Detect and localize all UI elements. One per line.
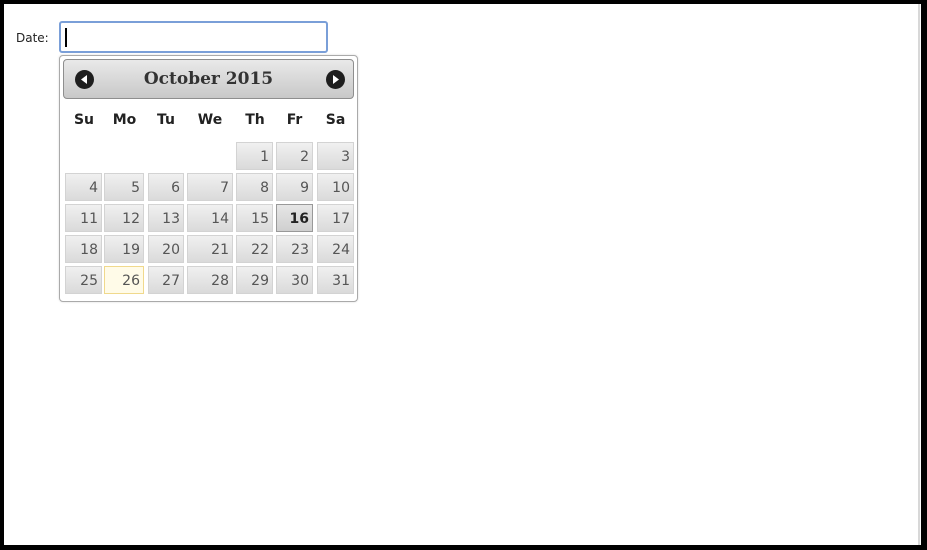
day-3[interactable]: 3: [317, 142, 354, 170]
day-20[interactable]: 20: [148, 235, 184, 263]
day-30[interactable]: 30: [276, 266, 313, 294]
day-18[interactable]: 18: [65, 235, 102, 263]
day-28[interactable]: 28: [187, 266, 233, 294]
day-17[interactable]: 17: [317, 204, 354, 232]
day-10[interactable]: 10: [317, 173, 354, 201]
day-23[interactable]: 23: [276, 235, 313, 263]
window-edge: [918, 4, 920, 545]
day-2[interactable]: 2: [276, 142, 313, 170]
day-15[interactable]: 15: [236, 204, 273, 232]
weekday-we: We: [197, 112, 223, 128]
weekday-th: Th: [245, 112, 265, 128]
day-7[interactable]: 7: [187, 173, 233, 201]
day-25[interactable]: 25: [65, 266, 102, 294]
day-12[interactable]: 12: [104, 204, 144, 232]
datepicker: October 2015 Su Mo Tu We Th Fr Sa 1 2 3 4 5 6 7 8 9 10 1…: [59, 55, 358, 302]
day-5[interactable]: 5: [104, 173, 144, 201]
day-29[interactable]: 29: [236, 266, 273, 294]
day-27[interactable]: 27: [148, 266, 184, 294]
prev-month-button[interactable]: [75, 70, 94, 89]
day-19[interactable]: 19: [104, 235, 144, 263]
date-label: Date:: [16, 31, 49, 45]
weekday-fr: Fr: [286, 112, 303, 128]
text-caret: [65, 28, 67, 47]
day-21[interactable]: 21: [187, 235, 233, 263]
day-11[interactable]: 11: [65, 204, 102, 232]
date-input[interactable]: [59, 21, 328, 53]
weekday-sa: Sa: [325, 112, 346, 128]
day-22[interactable]: 22: [236, 235, 273, 263]
day-1[interactable]: 1: [236, 142, 273, 170]
day-26[interactable]: 26: [104, 266, 144, 294]
datepicker-header: October 2015: [63, 59, 354, 99]
circle-arrow-right-icon: [333, 75, 339, 84]
day-16[interactable]: 16: [276, 204, 313, 232]
weekday-mo: Mo: [112, 112, 137, 128]
day-8[interactable]: 8: [236, 173, 273, 201]
month-year-title: October 2015: [143, 69, 274, 89]
day-9[interactable]: 9: [276, 173, 313, 201]
day-6[interactable]: 6: [148, 173, 184, 201]
next-month-button[interactable]: [326, 70, 345, 89]
day-13[interactable]: 13: [148, 204, 184, 232]
weekday-su: Su: [73, 112, 95, 128]
day-4[interactable]: 4: [65, 173, 102, 201]
circle-arrow-left-icon: [81, 75, 87, 84]
day-14[interactable]: 14: [187, 204, 233, 232]
day-31[interactable]: 31: [317, 266, 354, 294]
day-24[interactable]: 24: [317, 235, 354, 263]
weekday-tu: Tu: [157, 112, 175, 128]
